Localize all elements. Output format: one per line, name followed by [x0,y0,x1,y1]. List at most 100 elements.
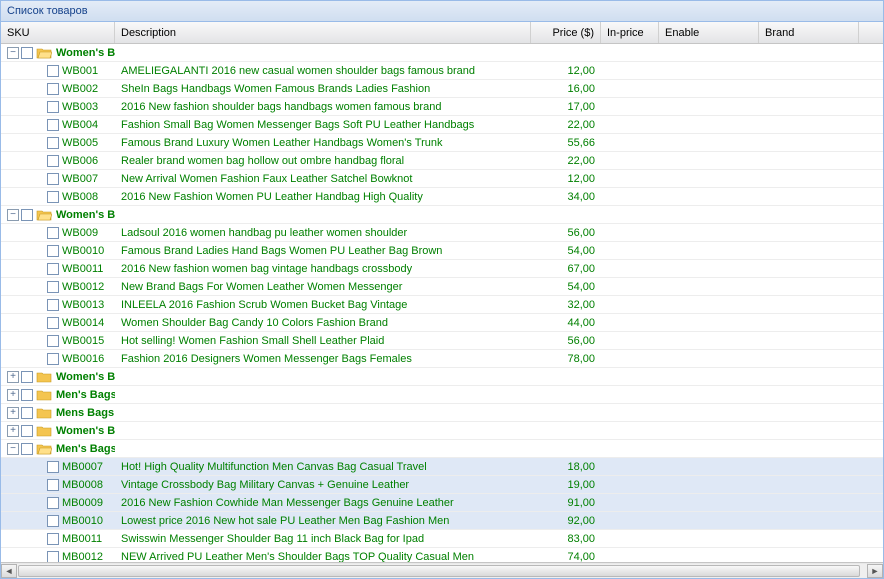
description-cell: Famous Brand Luxury Women Leather Handba… [115,137,531,149]
product-row[interactable]: MB0012NEW Arrived PU Leather Men's Shoul… [1,548,883,562]
category-row[interactable]: −Men's Bags 2 (26) [1,440,883,458]
tree-cell: WB0011 [1,263,115,275]
row-checkbox[interactable] [47,155,59,167]
product-row[interactable]: MB0010Lowest price 2016 New hot sale PU … [1,512,883,530]
product-row[interactable]: WB0082016 New Fashion Women PU Leather H… [1,188,883,206]
row-checkbox[interactable] [47,263,59,275]
tree-cell: WB009 [1,227,115,239]
sku-text: MB0012 [62,551,103,563]
col-header-desc[interactable]: Description [115,22,531,43]
category-row[interactable]: −Women's Bags (8) [1,44,883,62]
price-cell: 54,00 [531,281,601,293]
row-checkbox[interactable] [47,461,59,473]
category-label: Mens Bags 3 (16) [56,407,115,419]
row-checkbox[interactable] [47,479,59,491]
product-row[interactable]: WB0013INLEELA 2016 Fashion Scrub Women B… [1,296,883,314]
scroll-thumb[interactable] [18,565,860,577]
scroll-left-button[interactable]: ◄ [1,564,17,578]
product-row[interactable]: MB0008Vintage Crossbody Bag Military Can… [1,476,883,494]
row-checkbox[interactable] [47,299,59,311]
row-checkbox[interactable] [47,83,59,95]
category-row[interactable]: +Women's Bags 3 (22) [1,368,883,386]
tree-cell: WB0014 [1,317,115,329]
expand-icon[interactable]: + [7,389,19,401]
product-row[interactable]: WB0016Fashion 2016 Designers Women Messe… [1,350,883,368]
product-row[interactable]: MB00092016 New Fashion Cowhide Man Messe… [1,494,883,512]
product-row[interactable]: WB001AMELIEGALANTI 2016 new casual women… [1,62,883,80]
description-cell: INLEELA 2016 Fashion Scrub Women Bucket … [115,299,531,311]
row-checkbox[interactable] [47,353,59,365]
row-checkbox[interactable] [47,533,59,545]
grid-body[interactable]: −Women's Bags (8)WB001AMELIEGALANTI 2016… [1,44,883,562]
horizontal-scrollbar[interactable]: ◄ ► [1,562,883,578]
collapse-icon[interactable]: − [7,47,19,59]
collapse-icon[interactable]: − [7,209,19,221]
product-row[interactable]: WB0032016 New fashion shoulder bags hand… [1,98,883,116]
col-header-brand[interactable]: Brand [759,22,859,43]
product-row[interactable]: WB004Fashion Small Bag Women Messenger B… [1,116,883,134]
row-checkbox[interactable] [47,65,59,77]
category-row[interactable]: +Men's Bags (16) [1,386,883,404]
sku-text: MB0008 [62,479,103,491]
row-checkbox[interactable] [47,317,59,329]
folder-icon [36,370,52,383]
collapse-icon[interactable]: − [7,443,19,455]
category-row[interactable]: + Mens Bags 3 (16) [1,404,883,422]
tree-cell: +Men's Bags (16) [1,388,115,401]
description-cell: Swisswin Messenger Shoulder Bag 11 inch … [115,533,531,545]
product-row[interactable]: WB0012New Brand Bags For Women Leather W… [1,278,883,296]
folder-icon [36,406,52,419]
row-checkbox[interactable] [21,443,33,455]
row-checkbox[interactable] [47,335,59,347]
folder-open-icon [36,46,52,59]
row-checkbox[interactable] [47,227,59,239]
product-row[interactable]: WB007New Arrival Women Fashion Faux Leat… [1,170,883,188]
row-checkbox[interactable] [47,245,59,257]
sku-text: WB006 [62,155,98,167]
product-row[interactable]: WB006Realer brand women bag hollow out o… [1,152,883,170]
expand-icon[interactable]: + [7,407,19,419]
col-header-price[interactable]: Price ($) [531,22,601,43]
row-checkbox[interactable] [21,407,33,419]
col-header-inprice[interactable]: In-price [601,22,659,43]
sku-text: MB0011 [62,533,102,545]
row-checkbox[interactable] [21,47,33,59]
scroll-right-button[interactable]: ► [867,564,883,578]
product-row[interactable]: WB0014Women Shoulder Bag Candy 10 Colors… [1,314,883,332]
row-checkbox[interactable] [47,551,59,563]
row-checkbox[interactable] [47,137,59,149]
row-checkbox[interactable] [47,101,59,113]
product-row[interactable]: MB0007Hot! High Quality Multifunction Me… [1,458,883,476]
row-checkbox[interactable] [47,497,59,509]
row-checkbox[interactable] [47,173,59,185]
col-header-sku[interactable]: SKU [1,22,115,43]
price-cell: 18,00 [531,461,601,473]
product-row[interactable]: WB005Famous Brand Luxury Women Leather H… [1,134,883,152]
scroll-track[interactable] [17,564,867,578]
product-row[interactable]: MB0011 Swisswin Messenger Shoulder Bag 11… [1,530,883,548]
row-checkbox[interactable] [21,425,33,437]
row-checkbox[interactable] [21,371,33,383]
tree-cell: +Women's Bags 3 (22) [1,370,115,383]
price-cell: 22,00 [531,155,601,167]
product-row[interactable]: WB0010Famous Brand Ladies Hand Bags Wome… [1,242,883,260]
sku-text: MB0007 [62,461,103,473]
expand-icon[interactable]: + [7,371,19,383]
row-checkbox[interactable] [47,281,59,293]
tree-cell: MB0012 [1,551,115,563]
product-row[interactable]: WB00112016 New fashion women bag vintage… [1,260,883,278]
row-checkbox[interactable] [21,209,33,221]
category-row[interactable]: +Women's Bags 2 (32) [1,422,883,440]
expand-icon[interactable]: + [7,425,19,437]
row-checkbox[interactable] [47,119,59,131]
row-checkbox[interactable] [47,191,59,203]
row-checkbox[interactable] [21,389,33,401]
product-row[interactable]: WB009Ladsoul 2016 women handbag pu leath… [1,224,883,242]
col-header-enable[interactable]: Enable [659,22,759,43]
row-checkbox[interactable] [47,515,59,527]
tree-cell: MB0010 [1,515,115,527]
category-row[interactable]: −Women's Bags 4 (8) [1,206,883,224]
panel-title: Список товаров [1,1,883,22]
product-row[interactable]: WB002SheIn Bags Handbags Women Famous Br… [1,80,883,98]
product-row[interactable]: WB0015Hot selling! Women Fashion Small S… [1,332,883,350]
